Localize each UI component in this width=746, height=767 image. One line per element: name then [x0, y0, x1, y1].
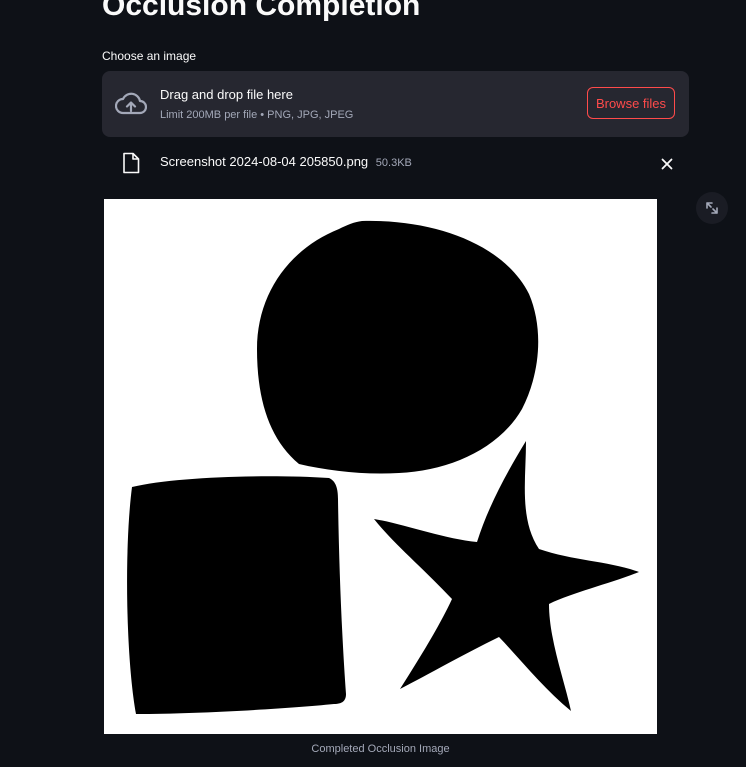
- square-shape: [127, 476, 346, 714]
- cloud-upload-icon: [115, 92, 147, 115]
- completed-occlusion-image: [104, 199, 657, 734]
- fullscreen-icon: [706, 202, 718, 214]
- page-title: Occlusion Completion: [102, 0, 421, 22]
- app-page: Occlusion Completion Choose an image Dra…: [0, 0, 746, 767]
- circle-shape: [257, 220, 539, 474]
- image-caption: Completed Occlusion Image: [311, 743, 450, 755]
- file-icon: [123, 152, 140, 174]
- browse-files-button[interactable]: Browse files: [587, 87, 675, 119]
- uploaded-file-row: Screenshot 2024-08-04 205850.png 50.3KB: [102, 145, 689, 181]
- file-size: 50.3KB: [375, 157, 412, 169]
- close-icon[interactable]: [656, 153, 678, 175]
- file-name-line: Screenshot 2024-08-04 205850.png 50.3KB: [160, 154, 412, 169]
- dropzone-title: Drag and drop file here: [160, 87, 293, 102]
- file-dropzone[interactable]: Drag and drop file here Limit 200MB per …: [102, 71, 689, 137]
- file-name: Screenshot 2024-08-04 205850.png: [160, 154, 369, 169]
- fullscreen-button[interactable]: [696, 192, 728, 224]
- uploader-label: Choose an image: [102, 49, 197, 63]
- dropzone-limit: Limit 200MB per file • PNG, JPG, JPEG: [160, 109, 354, 121]
